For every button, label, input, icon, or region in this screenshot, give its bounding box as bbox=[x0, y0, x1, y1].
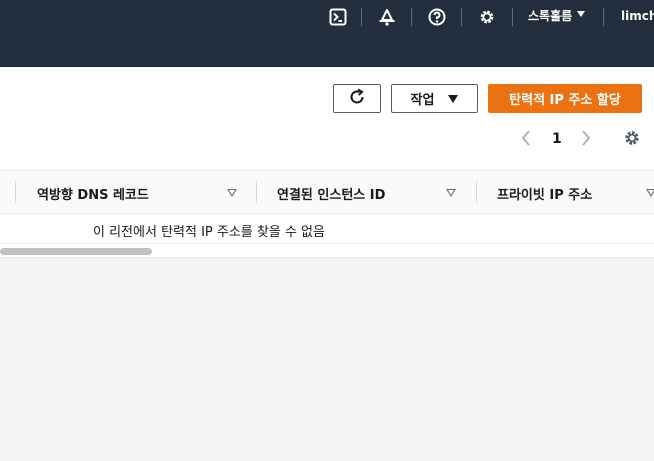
refresh-button[interactable] bbox=[333, 84, 381, 113]
scrollbar-thumb[interactable] bbox=[0, 248, 152, 255]
column-header-reverse-dns[interactable]: 역방향 DNS 레코드 bbox=[37, 184, 149, 203]
nav-divider bbox=[461, 8, 462, 26]
empty-state-message: 이 리전에서 탄력적 IP 주소를 찾을 수 없음 bbox=[93, 225, 325, 240]
sort-icon[interactable] bbox=[227, 189, 237, 197]
current-page-number[interactable]: 1 bbox=[552, 131, 562, 147]
column-header-private-ip[interactable]: 프라이빗 IP 주소 bbox=[497, 184, 592, 203]
cloudshell-icon[interactable] bbox=[327, 6, 349, 28]
actions-dropdown-button[interactable]: 작업 bbox=[391, 84, 478, 113]
sort-icon[interactable] bbox=[646, 189, 654, 197]
next-page-button[interactable] bbox=[579, 129, 593, 151]
allocate-elastic-ip-button[interactable]: 탄력적 IP 주소 할당 bbox=[488, 84, 642, 113]
table-empty-row: 이 리전에서 탄력적 IP 주소를 찾을 수 없음 bbox=[0, 214, 654, 244]
region-selector[interactable]: 스톡홀름 bbox=[528, 8, 572, 24]
previous-page-button[interactable] bbox=[519, 129, 533, 151]
chevron-right-icon bbox=[579, 128, 593, 152]
caret-down-icon[interactable] bbox=[577, 11, 585, 17]
help-icon[interactable] bbox=[426, 6, 448, 28]
preferences-gear-icon bbox=[623, 129, 641, 151]
notifications-icon[interactable] bbox=[376, 6, 398, 28]
top-navigation: 스톡홀름 limcha bbox=[0, 0, 654, 40]
table-header: 역방향 DNS 레코드 연결된 인스턴스 ID 프라이빗 IP 주소 bbox=[0, 170, 654, 214]
actions-label: 작업 bbox=[410, 93, 435, 108]
nav-divider bbox=[361, 8, 362, 26]
caret-down-icon bbox=[448, 94, 459, 103]
column-divider bbox=[476, 181, 477, 203]
nav-divider bbox=[411, 8, 412, 26]
column-divider bbox=[15, 181, 16, 203]
nav-divider bbox=[603, 8, 604, 26]
column-header-instance-id[interactable]: 연결된 인스턴스 ID bbox=[277, 184, 385, 203]
user-menu[interactable]: limcha bbox=[621, 8, 654, 24]
table-preferences-button[interactable] bbox=[623, 129, 641, 151]
elastic-ip-table-panel: 작업 탄력적 IP 주소 할당 1 역방향 DNS 레코드 연결된 인스턴스 I… bbox=[0, 67, 654, 258]
nav-divider bbox=[512, 8, 513, 26]
nav-background-band bbox=[0, 40, 654, 67]
column-divider bbox=[256, 181, 257, 203]
sort-icon[interactable] bbox=[446, 189, 456, 197]
allocate-label: 탄력적 IP 주소 할당 bbox=[509, 93, 621, 108]
chevron-left-icon bbox=[519, 128, 533, 152]
refresh-icon bbox=[348, 88, 366, 110]
horizontal-scrollbar[interactable] bbox=[0, 248, 654, 256]
settings-icon[interactable] bbox=[476, 6, 498, 28]
